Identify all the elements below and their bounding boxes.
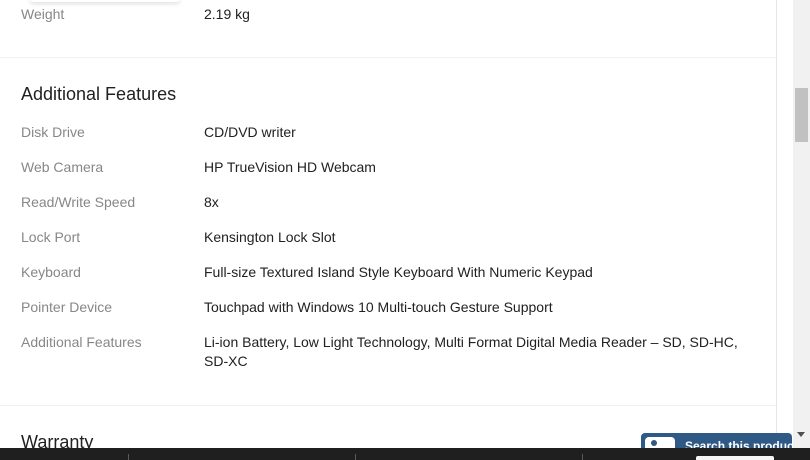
taskbar-separator [582,454,583,460]
spec-value: HP TrueVision HD Webcam [204,159,376,175]
scroll-down-arrow-icon[interactable] [797,432,805,437]
taskbar-separator [128,454,129,460]
spec-label: Keyboard [21,264,81,280]
taskbar-item[interactable] [696,456,774,460]
spec-label: Disk Drive [21,124,85,140]
spec-label: Lock Port [21,229,81,245]
spec-value: CD/DVD writer [204,124,296,140]
taskbar-separator [355,454,356,460]
spec-value: Touchpad with Windows 10 Multi-touch Ges… [204,299,553,315]
scrollbar-thumb[interactable] [795,88,808,142]
spec-label: Additional Features [21,334,142,350]
spec-value: Li-ion Battery, Low Light Technology, Mu… [204,334,738,369]
section-title-additional-features: Additional Features [21,84,177,104]
spec-label: Read/Write Speed [21,194,136,210]
spec-value: Full-size Textured Island Style Keyboard… [204,264,593,280]
section-divider [0,57,776,58]
spec-label: Web Camera [21,159,104,175]
spec-value: 2.19 kg [204,6,250,22]
spec-label: Pointer Device [21,299,113,315]
vertical-scrollbar[interactable] [793,0,810,448]
specifications-panel: Weight 2.19 kg Additional Features Disk … [0,0,777,460]
spec-value: 8x [204,194,219,210]
spec-value: Kensington Lock Slot [204,229,336,245]
section-divider [0,405,776,406]
sticky-header-shadow [30,0,180,2]
taskbar [0,448,810,460]
spec-label: Weight [21,6,65,22]
